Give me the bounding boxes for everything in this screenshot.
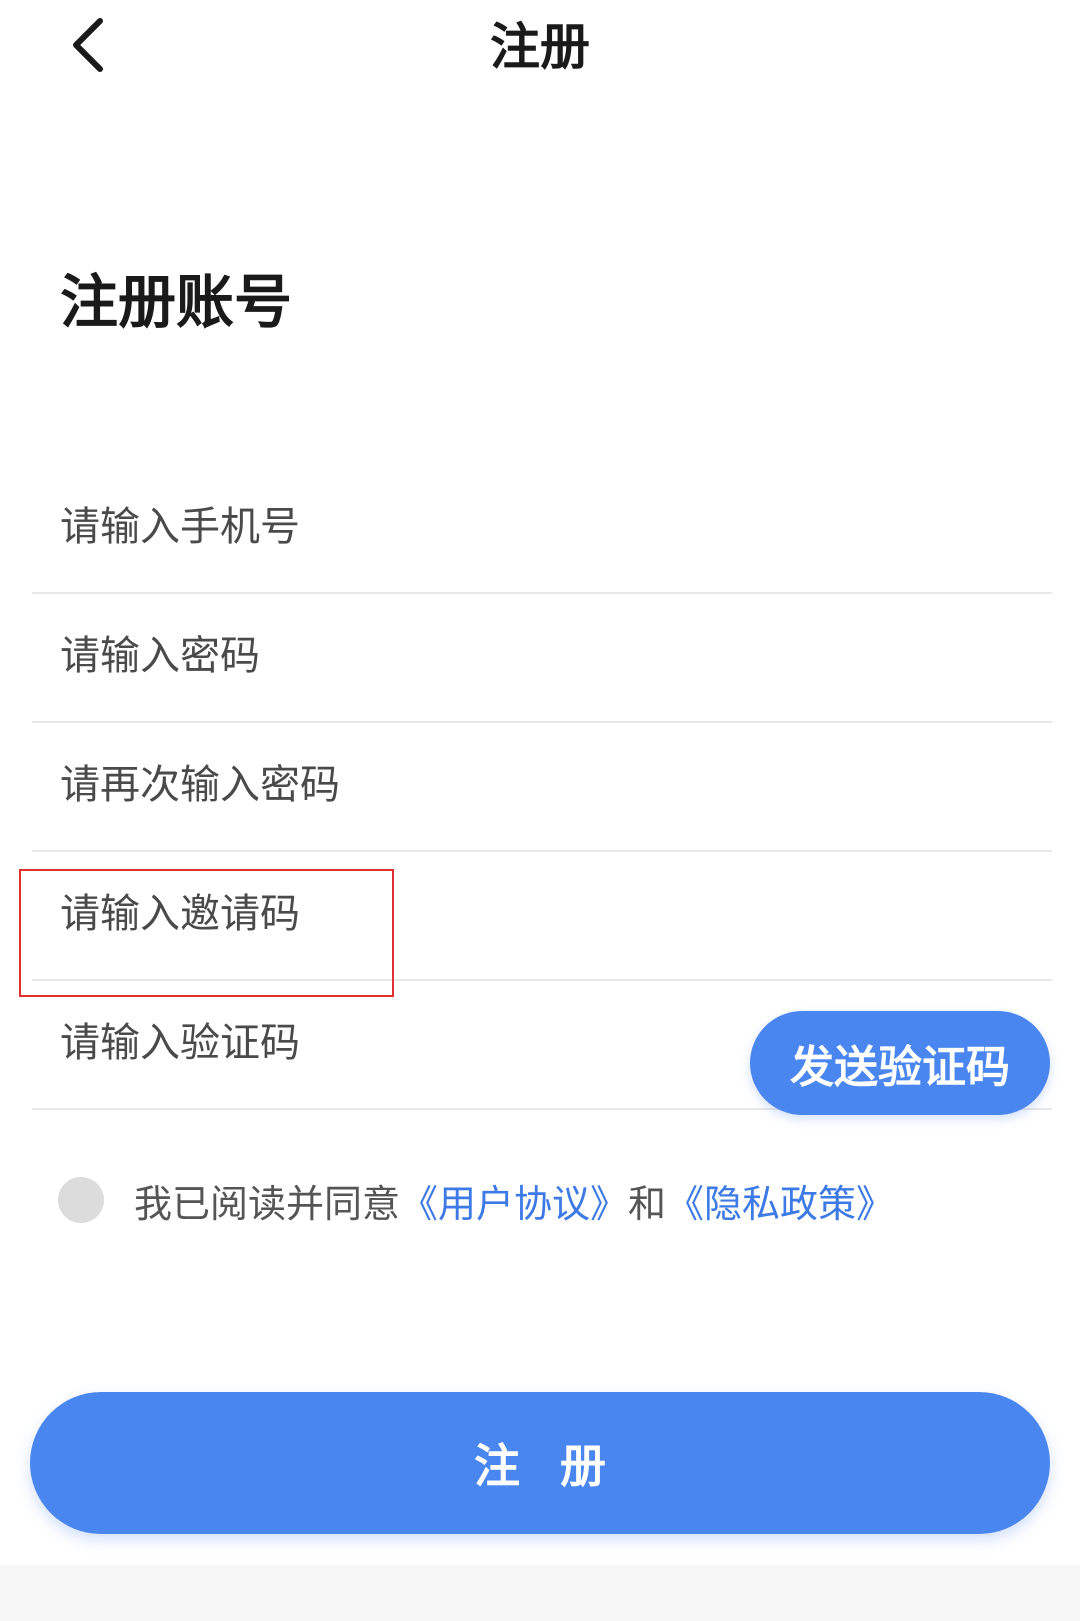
nav-title: 注册 [490, 18, 590, 76]
bottom-bar [0, 1565, 1080, 1621]
phone-input[interactable] [60, 462, 700, 592]
user-agreement-link[interactable]: 《用户协议》 [400, 1173, 628, 1228]
password-input[interactable] [60, 591, 700, 721]
password-field [32, 591, 1052, 723]
send-code-button[interactable]: 发送验证码 [750, 1011, 1050, 1115]
verification-code-input[interactable] [60, 978, 700, 1108]
agreement-checkbox[interactable] [58, 1177, 104, 1223]
page-heading: 注册账号 [60, 268, 293, 336]
password-confirm-input[interactable] [60, 720, 700, 850]
privacy-policy-link[interactable]: 《隐私政策》 [666, 1173, 894, 1228]
agreement-row: 我已阅读并同意 《用户协议》 和 《隐私政策》 [58, 1168, 894, 1232]
phone-field [32, 462, 1052, 594]
agreement-and: 和 [628, 1181, 667, 1226]
invite-code-input[interactable] [60, 849, 700, 979]
password-confirm-field [32, 720, 1052, 852]
agreement-prefix: 我已阅读并同意 [134, 1181, 401, 1226]
invite-code-field [32, 849, 1052, 981]
register-button[interactable]: 注册 [30, 1392, 1050, 1534]
